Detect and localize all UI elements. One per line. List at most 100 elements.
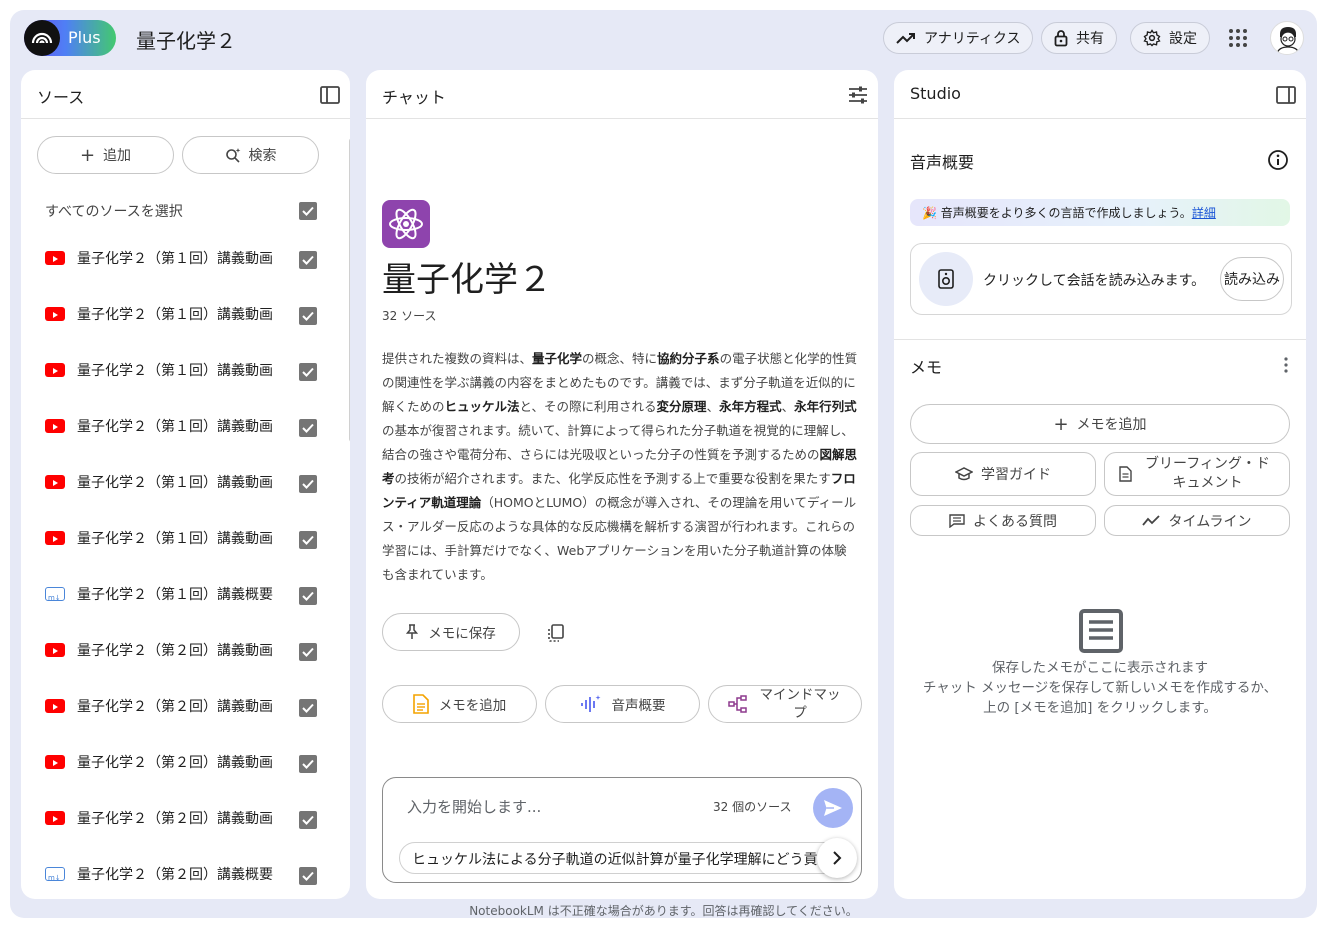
audio-overview-card[interactable]: クリックして会話を読み込みます。 読み込み: [910, 243, 1292, 315]
source-checkbox[interactable]: [299, 699, 317, 717]
check-icon: [302, 759, 314, 769]
audio-wave-icon: [580, 695, 600, 712]
select-all-checkbox[interactable]: [299, 202, 317, 220]
check-icon: [302, 647, 314, 657]
check-icon: [302, 871, 314, 881]
note-icon: [1079, 609, 1123, 653]
search-source-button[interactable]: 検索: [182, 136, 319, 174]
send-button[interactable]: [813, 788, 853, 828]
more-options-icon[interactable]: [1283, 356, 1289, 374]
chat-panel: チャット 量子化学２ 32 ソース 提供された複数の資料は、量子化学の概念、特に…: [366, 70, 878, 899]
user-avatar[interactable]: [1270, 21, 1304, 55]
study-guide-label: 学習ガイド: [981, 467, 1051, 483]
briefing-doc-button[interactable]: ブリーフィング・ドキュメント: [1104, 452, 1290, 496]
chat-input-placeholder[interactable]: 入力を開始します...: [407, 796, 541, 817]
gear-icon: [1143, 29, 1161, 47]
source-item[interactable]: 量子化学２（第１回）講義動画: [45, 248, 317, 272]
studio-divider: [894, 339, 1306, 340]
source-item[interactable]: 量子化学２（第１回）講義動画: [45, 472, 317, 496]
source-item-label: 量子化学２（第２回）講義動画: [77, 811, 273, 827]
check-icon: [302, 311, 314, 321]
summary-text: 、: [706, 399, 720, 414]
timeline-icon: [1142, 514, 1161, 526]
timeline-button[interactable]: タイムライン: [1104, 505, 1290, 536]
apps-grid-icon[interactable]: [1228, 28, 1248, 48]
plus-logo[interactable]: Plus: [24, 20, 116, 56]
faq-button[interactable]: よくある質問: [910, 505, 1096, 536]
select-all-label: すべてのソースを選択: [45, 204, 183, 220]
summary-text: の技術が紹介されます。また、化学反応性を予測する上で重要な役割を果たす: [394, 471, 831, 486]
source-item[interactable]: m↓ 量子化学２（第１回）講義概要: [45, 584, 317, 608]
youtube-icon: [45, 699, 65, 713]
studio-header: Studio: [894, 70, 1306, 119]
source-checkbox[interactable]: [299, 419, 317, 437]
source-item[interactable]: m↓ 量子化学２（第２回）講義概要: [45, 864, 317, 888]
source-item[interactable]: 量子化学２（第２回）講義動画: [45, 640, 317, 664]
add-memo-button[interactable]: + メモを追加: [910, 404, 1290, 444]
summary-text: と、その際に利用される: [519, 399, 657, 414]
settings-button[interactable]: 設定: [1130, 22, 1210, 54]
share-button[interactable]: 共有: [1041, 22, 1117, 54]
source-item[interactable]: 量子化学２（第２回）講義動画: [45, 752, 317, 776]
notebook-title[interactable]: 量子化学２: [136, 25, 236, 54]
sources-scrollbar[interactable]: [349, 138, 350, 442]
analytics-label: アナリティクス: [924, 31, 1021, 47]
source-checkbox[interactable]: [299, 867, 317, 885]
source-item[interactable]: 量子化学２（第１回）講義動画: [45, 304, 317, 328]
summary-keyword: 永年行列式: [794, 399, 857, 414]
plan-badge: Plus: [68, 28, 101, 47]
add-source-button[interactable]: + 追加: [37, 136, 174, 174]
source-item-label: 量子化学２（第１回）講義動画: [77, 531, 273, 547]
source-checkbox[interactable]: [299, 307, 317, 325]
collapse-panel-icon[interactable]: [319, 84, 341, 106]
source-checkbox[interactable]: [299, 811, 317, 829]
source-item[interactable]: 量子化学２（第２回）講義動画: [45, 696, 317, 720]
studio-panel: Studio 音声概要 🎉 音声概要をより多くの言語で作成しましょう。詳細 クリ…: [894, 70, 1306, 899]
copy-icon[interactable]: [546, 623, 566, 643]
youtube-icon: [45, 475, 65, 489]
info-icon[interactable]: [1267, 149, 1289, 171]
pin-icon: [406, 624, 419, 639]
svg-text:m↓: m↓: [48, 594, 61, 602]
load-button[interactable]: 読み込み: [1220, 257, 1284, 301]
chevron-right-icon: [833, 851, 842, 865]
empty-line-1: 保存したメモがここに表示されます: [992, 660, 1208, 676]
source-checkbox[interactable]: [299, 475, 317, 493]
tune-icon[interactable]: [847, 84, 869, 106]
source-checkbox[interactable]: [299, 643, 317, 661]
youtube-icon: [45, 251, 65, 265]
youtube-icon: [45, 363, 65, 377]
svg-text:m↓: m↓: [48, 874, 61, 882]
save-to-memo-label: メモに保存: [428, 626, 496, 642]
source-item[interactable]: 量子化学２（第１回）講義動画: [45, 360, 317, 384]
check-icon: [302, 479, 314, 489]
source-checkbox[interactable]: [299, 531, 317, 549]
study-guide-button[interactable]: 学習ガイド: [910, 452, 1096, 496]
source-item[interactable]: 量子化学２（第１回）講義動画: [45, 528, 317, 552]
suggested-question[interactable]: ヒュッケル法による分子軌道の近似計算が量子化学理解にどう貢献しますか？: [399, 842, 847, 874]
source-checkbox[interactable]: [299, 363, 317, 381]
add-memo-chat-button[interactable]: メモを追加: [382, 685, 537, 723]
audio-overview-button[interactable]: 音声概要: [545, 685, 700, 723]
mindmap-button[interactable]: マインドマップ: [708, 685, 862, 723]
youtube-icon: [45, 307, 65, 321]
source-item[interactable]: 量子化学２（第２回）講義動画: [45, 808, 317, 832]
mindmap-label: マインドマップ: [759, 687, 841, 721]
next-suggestion-button[interactable]: [817, 838, 857, 878]
source-checkbox[interactable]: [299, 587, 317, 605]
collapse-studio-icon[interactable]: [1275, 84, 1297, 106]
analytics-button[interactable]: アナリティクス: [883, 22, 1034, 54]
faq-label: よくある質問: [973, 513, 1057, 530]
source-item-label: 量子化学２（第１回）講義動画: [77, 251, 273, 267]
banner-details-link[interactable]: 詳細: [1192, 206, 1216, 220]
summary-text: 、: [781, 399, 795, 414]
check-icon: [302, 367, 314, 377]
save-to-memo-button[interactable]: メモに保存: [382, 613, 520, 651]
youtube-icon: [45, 643, 65, 657]
source-checkbox[interactable]: [299, 251, 317, 269]
source-checkbox[interactable]: [299, 755, 317, 773]
source-item[interactable]: 量子化学２（第１回）講義動画: [45, 416, 317, 440]
speaker-icon: [919, 252, 973, 306]
notebook-summary: 提供された複数の資料は、量子化学の概念、特に協約分子系の電子状態と化学的性質の関…: [382, 347, 858, 587]
chat-input-box[interactable]: 入力を開始します... 32 個のソース ヒュッケル法による分子軌道の近似計算が…: [382, 777, 862, 883]
